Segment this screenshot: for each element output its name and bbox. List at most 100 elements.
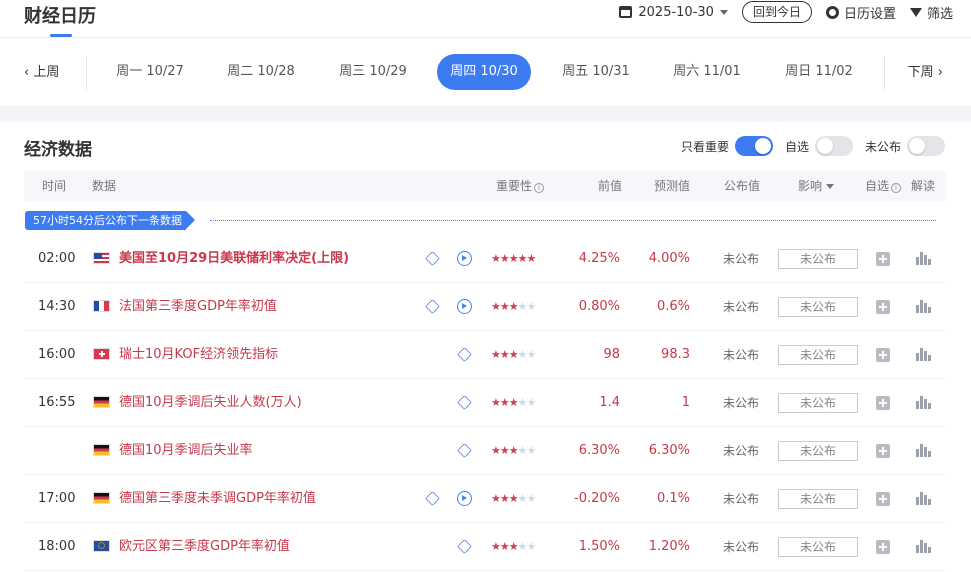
col-importance-label: 重要性 [496, 179, 533, 193]
toggle-group: 只看重要 自选 未公布 [681, 136, 945, 156]
next-week-button[interactable]: 下周 › [908, 52, 943, 94]
economic-data-panel: 经济数据 只看重要 自选 未公布 时间 数据 重要性 i 前值 预测值 公布值 影响 … [0, 122, 971, 572]
calendar-settings-button[interactable]: 日历设置 [825, 3, 896, 22]
row-actual: 未公布 [723, 252, 760, 266]
divider [86, 56, 87, 90]
row-time: 14:30 [38, 299, 76, 314]
col-watch[interactable]: 自选 i [865, 171, 902, 201]
row-indicator-name[interactable]: 法国第三季度GDP年率初值 [119, 283, 277, 331]
star-icon: ★ [508, 300, 519, 313]
play-icon[interactable] [457, 491, 472, 506]
cube-icon[interactable] [425, 251, 440, 266]
cube-icon[interactable] [457, 347, 472, 362]
col-impact[interactable]: 影响 [798, 171, 835, 201]
filter-button[interactable]: 筛选 [909, 3, 953, 22]
row-indicator-name[interactable]: 德国10月季调后失业率 [119, 427, 253, 475]
settings-label: 日历设置 [843, 6, 896, 22]
row-time: 17:00 [38, 491, 76, 506]
day-tab[interactable]: 周六 11/01 [660, 54, 754, 90]
bar-chart-icon[interactable] [915, 395, 931, 409]
bar-chart-icon[interactable] [915, 443, 931, 457]
prev-week-button[interactable]: ‹ 上周 [24, 52, 59, 94]
add-watchlist-icon[interactable] [876, 492, 890, 506]
day-tab[interactable]: 周二 10/28 [214, 54, 308, 90]
row-indicator-name[interactable]: 美国至10月29日美联储利率决定(上限) [119, 235, 349, 283]
page-title: 财经日历 [24, 6, 96, 27]
prev-week-label: 上周 [33, 65, 60, 80]
star-icon: ★ [508, 540, 519, 553]
day-tab[interactable]: 周三 10/29 [326, 54, 420, 90]
table-row: 16:55 德国10月季调后失业人数(万人) ★★★★★ 1.4 1 未公布 未公布 [24, 379, 946, 427]
star-icon: ★ [517, 444, 528, 457]
chevron-left-icon: ‹ [24, 65, 34, 80]
bar-chart-icon[interactable] [915, 491, 931, 505]
row-indicator-name[interactable]: 瑞士10月KOF经济领先指标 [119, 331, 278, 379]
date-picker[interactable]: 2025-10-30 [619, 5, 728, 20]
row-previous: 98 [603, 347, 620, 362]
star-icon: ★ [499, 252, 510, 265]
gear-icon [825, 5, 839, 19]
row-impact: 未公布 [778, 345, 858, 365]
play-icon[interactable] [457, 299, 472, 314]
table-row: 德国10月季调后失业率 ★★★★★ 6.30% 6.30% 未公布 未公布 [24, 427, 946, 475]
importance-stars: ★★★★★ [491, 475, 537, 523]
row-time: 02:00 [38, 251, 76, 266]
bar-chart-icon[interactable] [915, 347, 931, 361]
add-watchlist-icon[interactable] [876, 252, 890, 266]
col-forecast: 预测值 [654, 179, 691, 193]
day-tab[interactable]: 周一 10/27 [103, 54, 197, 90]
table-row: 16:00 瑞士10月KOF经济领先指标 ★★★★★ 98 98.3 未公布 未公布 [24, 331, 946, 379]
timeline-divider [210, 220, 936, 221]
add-watchlist-icon[interactable] [876, 540, 890, 554]
flag-eu-icon [93, 540, 110, 552]
bar-chart-icon[interactable] [915, 299, 931, 313]
toggle-switch[interactable] [734, 136, 773, 156]
chevron-down-icon [719, 9, 728, 15]
row-actual: 未公布 [723, 396, 760, 410]
importance-stars: ★★★★★ [491, 379, 536, 427]
toggle-switch[interactable] [814, 136, 853, 156]
add-watchlist-icon[interactable] [876, 396, 890, 410]
row-impact: 未公布 [778, 393, 858, 413]
row-previous: 1.4 [599, 395, 620, 410]
cube-icon[interactable] [425, 299, 440, 314]
row-previous: -0.20% [574, 491, 620, 506]
bar-chart-icon[interactable] [915, 251, 931, 265]
row-previous: 1.50% [578, 539, 620, 554]
star-icon: ★ [517, 300, 528, 313]
add-watchlist-icon[interactable] [876, 348, 890, 362]
toggle-switch[interactable] [907, 136, 945, 156]
today-button[interactable]: 回到今日 [741, 1, 812, 23]
col-actual: 公布值 [724, 179, 761, 193]
cube-icon[interactable] [425, 491, 440, 506]
day-tab[interactable]: 周五 10/31 [549, 54, 643, 90]
cube-icon[interactable] [457, 395, 472, 410]
header-divider [0, 37, 971, 38]
day-tab[interactable]: 周四 10/30 [437, 54, 531, 90]
row-impact: 未公布 [778, 489, 858, 509]
filter-icon [909, 7, 922, 17]
flag-de-icon [93, 396, 110, 408]
add-watchlist-icon[interactable] [876, 444, 890, 458]
day-tab[interactable]: 周日 11/02 [772, 54, 866, 90]
flag-ch-icon [93, 348, 110, 360]
calendar-icon [619, 6, 633, 18]
col-importance[interactable]: 重要性 i [496, 171, 545, 201]
row-actual: 未公布 [723, 492, 760, 506]
star-icon: ★ [491, 540, 501, 553]
cube-icon[interactable] [457, 443, 472, 458]
star-icon: ★ [508, 252, 519, 265]
star-icon: ★ [517, 348, 528, 361]
add-watchlist-icon[interactable] [876, 300, 890, 314]
row-indicator-name[interactable]: 德国第三季度未季调GDP年率初值 [119, 475, 316, 523]
row-indicator-name[interactable]: 欧元区第三季度GDP年率初值 [119, 523, 290, 571]
cube-icon[interactable] [457, 539, 472, 554]
star-icon: ★ [526, 348, 537, 361]
bar-chart-icon[interactable] [915, 539, 931, 553]
flag-us-icon [93, 252, 110, 264]
star-icon: ★ [526, 492, 537, 505]
star-icon: ★ [526, 252, 537, 265]
play-icon[interactable] [457, 251, 472, 266]
row-previous: 0.80% [578, 299, 620, 314]
row-indicator-name[interactable]: 德国10月季调后失业人数(万人) [119, 379, 302, 427]
